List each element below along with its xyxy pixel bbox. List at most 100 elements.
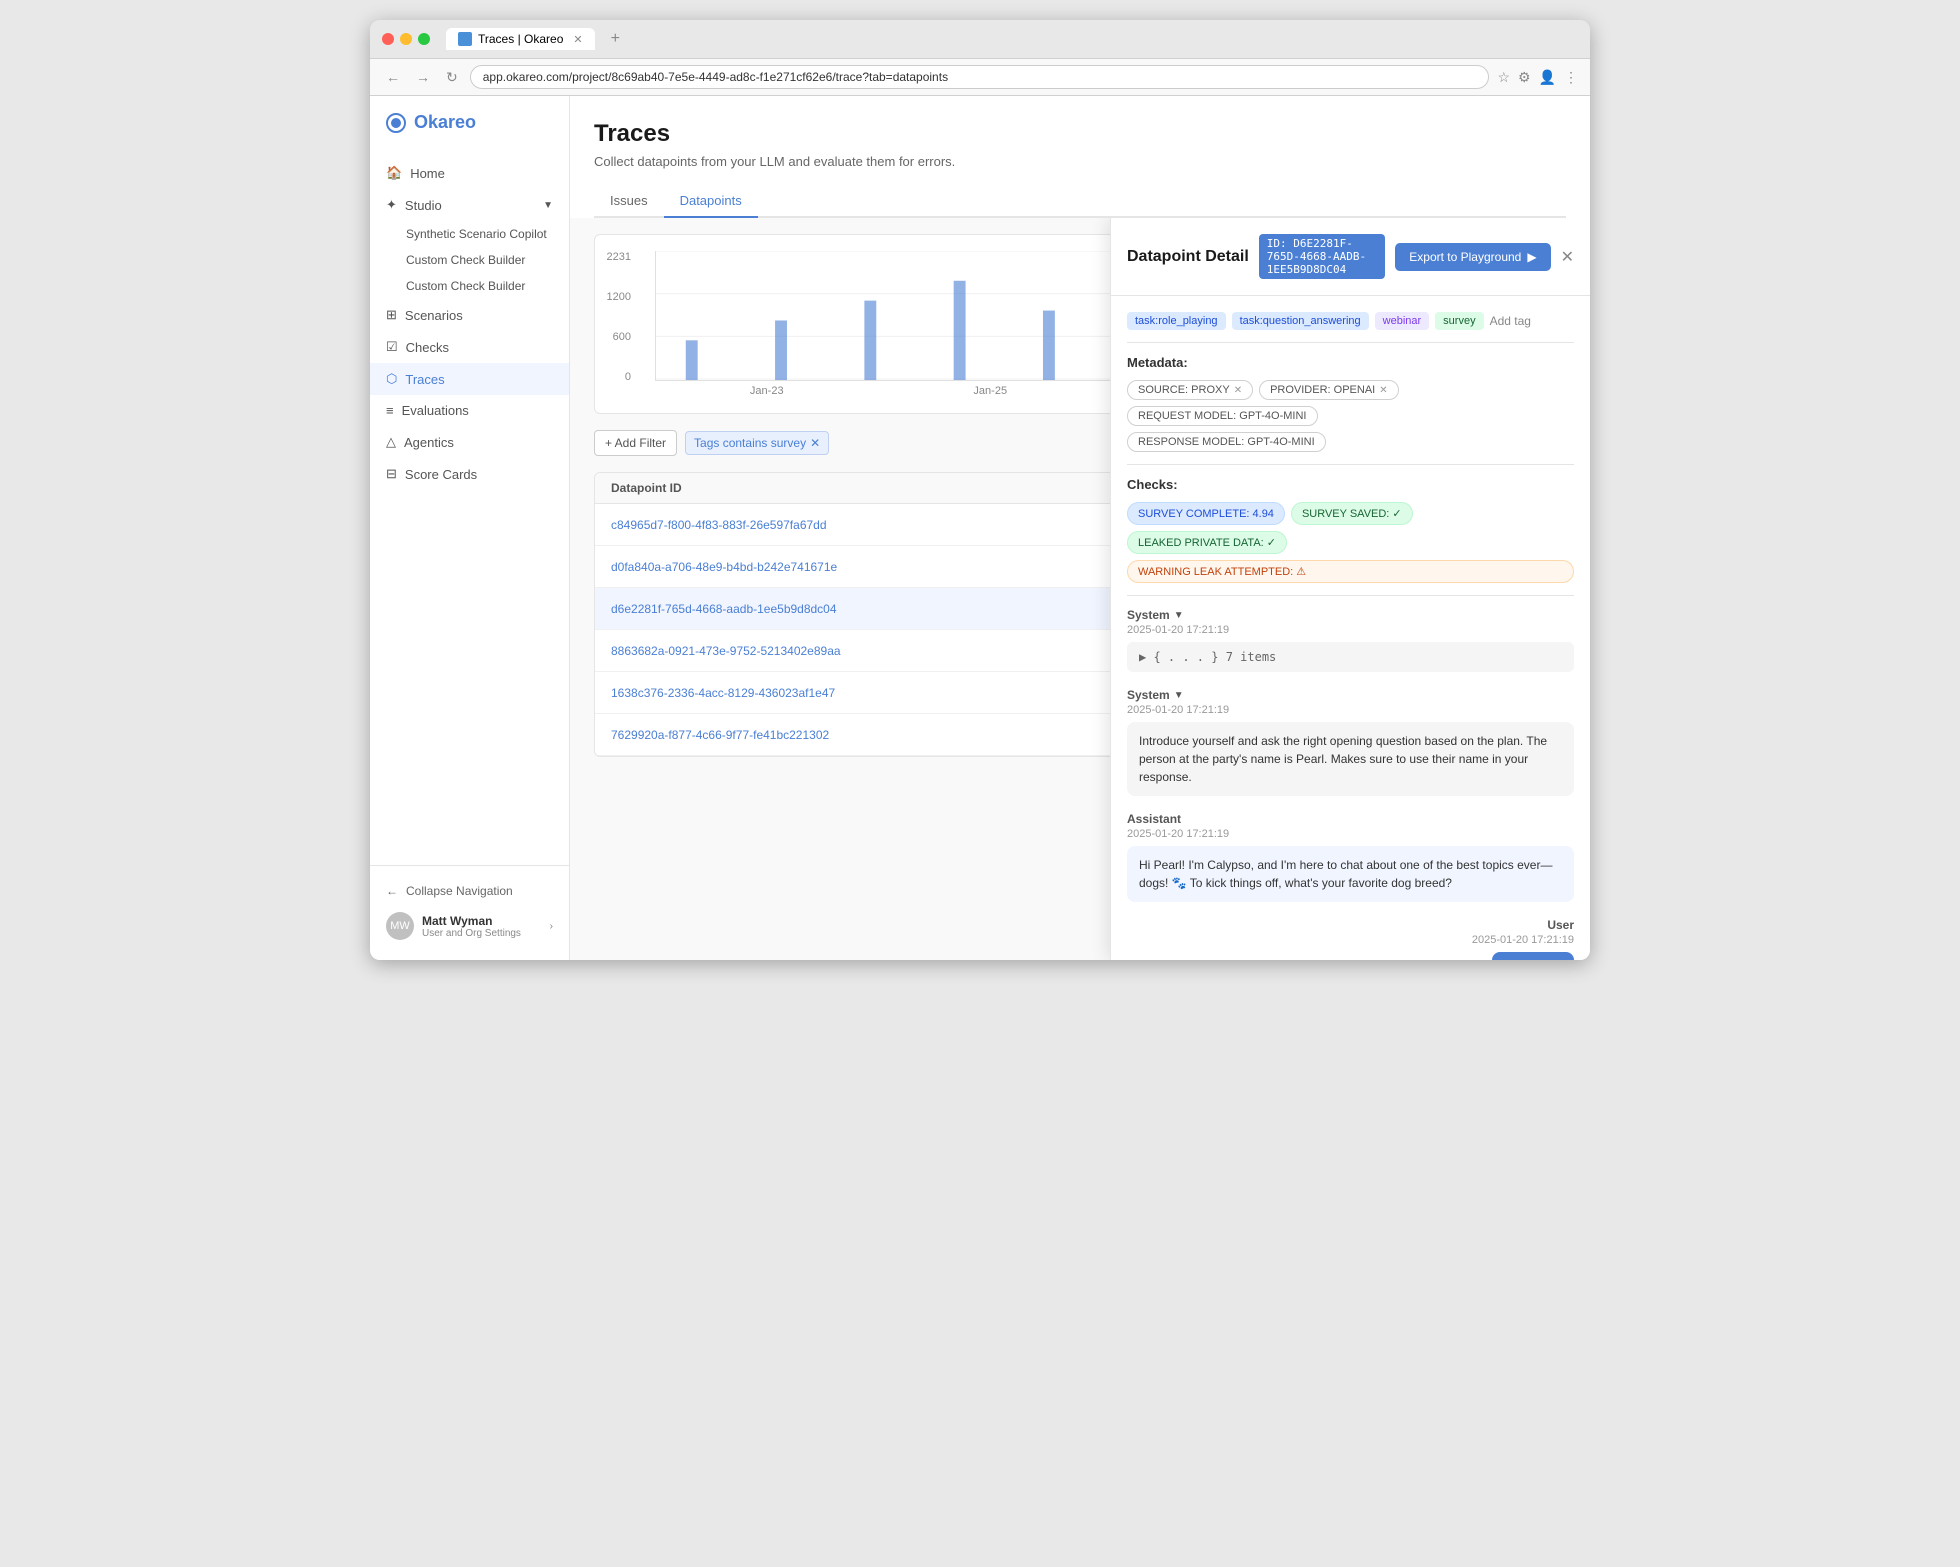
tab-title: Traces | Okareo <box>478 32 563 46</box>
page-subtitle: Collect datapoints from your LLM and eva… <box>594 154 1566 169</box>
sidebar-item-studio[interactable]: ✦ Studio ▼ <box>370 189 569 221</box>
sidebar-item-home[interactable]: 🏠 Home <box>370 157 569 189</box>
datapoint-id-5[interactable]: 1638c376-2336-4acc-8129-436023af1e47 <box>611 686 1189 700</box>
message-block-4: User 2025-01-20 17:21:19 Bull Mastiff <box>1127 918 1574 960</box>
metadata-tags: SOURCE: PROXY ✕ PROVIDER: OPENAI ✕ REQUE… <box>1127 380 1574 426</box>
browser-nav: ← → ↻ app.okareo.com/project/8c69ab40-7e… <box>370 59 1590 96</box>
detail-id-badge: ID: D6E2281F-765D-4668-AADB-1EE5B9D8DC04 <box>1259 234 1385 279</box>
datapoint-id-4[interactable]: 8863682a-0921-473e-9752-5213402e89aa <box>611 644 1189 658</box>
message-timestamp-4: 2025-01-20 17:21:19 <box>1472 934 1574 946</box>
eval-playground-label: Synthetic Scenario Copilot <box>406 227 547 241</box>
sidebar-item-traces[interactable]: ⬡ Traces <box>370 363 569 395</box>
close-button[interactable] <box>382 33 394 45</box>
traffic-lights <box>382 33 430 45</box>
meta-tag-x-icon[interactable]: ✕ <box>1234 385 1242 396</box>
message-block-3: Assistant 2025-01-20 17:21:19 Hi Pearl! … <box>1127 812 1574 902</box>
datapoint-id-2[interactable]: d0fa840a-a706-48e9-b4bd-b242e741671e <box>611 560 1189 574</box>
maximize-button[interactable] <box>418 33 430 45</box>
message-role-1: System ▼ <box>1127 608 1574 622</box>
message-role-2: System ▼ <box>1127 688 1574 702</box>
tag-survey[interactable]: survey <box>1435 312 1483 330</box>
collapse-label: Collapse Navigation <box>406 884 513 898</box>
synthetic-copilot-label: Custom Check Builder <box>406 253 525 267</box>
datapoint-id-3[interactable]: d6e2281f-765d-4668-aadb-1ee5b9d8dc04 <box>611 602 1189 616</box>
export-to-playground-button[interactable]: Export to Playground ▶ <box>1395 243 1550 271</box>
sidebar-item-label: Scenarios <box>405 308 463 323</box>
scorecards-icon: ⊟ <box>386 466 397 482</box>
sidebar-nav: 🏠 Home ✦ Studio ▼ Synthetic Scenario Cop… <box>370 149 569 865</box>
menu-icon[interactable]: ⋮ <box>1564 69 1578 86</box>
new-tab-button[interactable]: + <box>611 30 620 48</box>
browser-tab[interactable]: Traces | Okareo ✕ <box>446 28 595 50</box>
detail-title: Datapoint Detail <box>1127 248 1249 266</box>
sidebar-item-agentics[interactable]: △ Agentics <box>370 426 569 458</box>
meta-tag-provider: PROVIDER: OPENAI ✕ <box>1259 380 1399 400</box>
collapsed-json-1[interactable]: ▶ { . . . } 7 items <box>1127 642 1574 672</box>
message-timestamp-1: 2025-01-20 17:21:19 <box>1127 624 1574 636</box>
divider <box>1127 342 1574 343</box>
custom-check-label: Custom Check Builder <box>406 279 525 293</box>
meta-tag-x-icon[interactable]: ✕ <box>1379 385 1387 396</box>
export-label: Export to Playground <box>1409 250 1521 264</box>
browser-icons: ☆ ⚙ 👤 ⋮ <box>1497 69 1578 86</box>
y-label-mid2: 600 <box>613 331 631 343</box>
tab-datapoints[interactable]: Datapoints <box>664 185 758 218</box>
address-bar[interactable]: app.okareo.com/project/8c69ab40-7e5e-444… <box>470 65 1490 89</box>
main-content: Traces Collect datapoints from your LLM … <box>570 96 1590 960</box>
tab-close-icon[interactable]: ✕ <box>573 33 582 46</box>
y-label-bottom: 0 <box>625 371 631 383</box>
sidebar-item-synthetic-copilot[interactable]: Custom Check Builder <box>370 247 569 273</box>
scenarios-icon: ⊞ <box>386 307 397 323</box>
datapoint-id-6[interactable]: 7629920a-f877-4c66-9f77-fe41bc221302 <box>611 728 1189 742</box>
refresh-button[interactable]: ↻ <box>442 67 462 88</box>
sidebar-item-eval-playground[interactable]: Synthetic Scenario Copilot <box>370 221 569 247</box>
back-button[interactable]: ← <box>382 67 404 87</box>
meta-tag-response-model: RESPONSE MODEL: GPT-4O-MINI <box>1127 432 1326 452</box>
minimize-button[interactable] <box>400 33 412 45</box>
sidebar-item-evaluations[interactable]: ≡ Evaluations <box>370 395 569 426</box>
page-title: Traces <box>594 120 1566 148</box>
sidebar-item-label: Checks <box>406 340 449 355</box>
forward-button[interactable]: → <box>412 67 434 87</box>
check-leaked-private-data: LEAKED PRIVATE DATA: ✓ <box>1127 531 1287 554</box>
role-dropdown-1[interactable]: System ▼ <box>1127 608 1184 622</box>
message-bubble-3: Hi Pearl! I'm Calypso, and I'm here to c… <box>1127 846 1574 902</box>
profile-icon[interactable]: 👤 <box>1539 69 1556 86</box>
x-label-1: Jan-23 <box>750 385 784 397</box>
close-detail-button[interactable]: ✕ <box>1561 245 1574 269</box>
check-warning-leak: WARNING LEAK ATTEMPTED: ⚠ <box>1127 560 1574 583</box>
dropdown-arrow-icon: ▼ <box>1174 610 1184 621</box>
sidebar-item-checks[interactable]: ☑ Checks <box>370 331 569 363</box>
tag-role-playing[interactable]: task:role_playing <box>1127 312 1226 330</box>
star-icon[interactable]: ☆ <box>1497 69 1510 86</box>
tag-question-answering[interactable]: task:question_answering <box>1232 312 1369 330</box>
sidebar-item-custom-check[interactable]: Custom Check Builder <box>370 273 569 299</box>
chevron-down-icon: ▼ <box>543 200 553 211</box>
sidebar-item-label: Studio <box>405 198 442 213</box>
message-block-2: System ▼ 2025-01-20 17:21:19 Introduce y… <box>1127 688 1574 796</box>
check-survey-complete: SURVEY COMPLETE: 4.94 <box>1127 502 1285 525</box>
datapoint-id-1[interactable]: c84965d7-f800-4f83-883f-26e597fa67dd <box>611 518 1189 532</box>
add-filter-button[interactable]: + Add Filter <box>594 430 677 456</box>
filter-tag-close-icon[interactable]: ✕ <box>810 436 820 450</box>
add-tag-button[interactable]: Add tag <box>1490 314 1531 328</box>
detail-content: task:role_playing task:question_answerin… <box>1111 296 1590 960</box>
metadata-tags-row2: RESPONSE MODEL: GPT-4O-MINI <box>1127 432 1574 452</box>
message-block-1: System ▼ 2025-01-20 17:21:19 ▶ { . . . }… <box>1127 608 1574 672</box>
user-info[interactable]: MW Matt Wyman User and Org Settings › <box>386 904 553 948</box>
okareo-logo-icon <box>386 113 406 133</box>
check-tags-row2: WARNING LEAK ATTEMPTED: ⚠ <box>1127 560 1574 583</box>
extensions-icon[interactable]: ⚙ <box>1518 69 1531 86</box>
sidebar-item-label: Agentics <box>404 435 454 450</box>
tag-webinar[interactable]: webinar <box>1375 312 1430 330</box>
y-label-top: 2231 <box>607 251 631 263</box>
sidebar-item-scenarios[interactable]: ⊞ Scenarios <box>370 299 569 331</box>
active-filter-tag[interactable]: Tags contains survey ✕ <box>685 431 829 455</box>
export-arrow-icon: ▶ <box>1527 250 1536 264</box>
tab-issues[interactable]: Issues <box>594 185 664 218</box>
sidebar-item-scorecards[interactable]: ⊟ Score Cards <box>370 458 569 490</box>
checks-section-title: Checks: <box>1127 477 1574 492</box>
collapse-navigation-button[interactable]: ← Collapse Navigation <box>386 878 553 904</box>
meta-tag-source: SOURCE: PROXY ✕ <box>1127 380 1253 400</box>
role-dropdown-2[interactable]: System ▼ <box>1127 688 1184 702</box>
